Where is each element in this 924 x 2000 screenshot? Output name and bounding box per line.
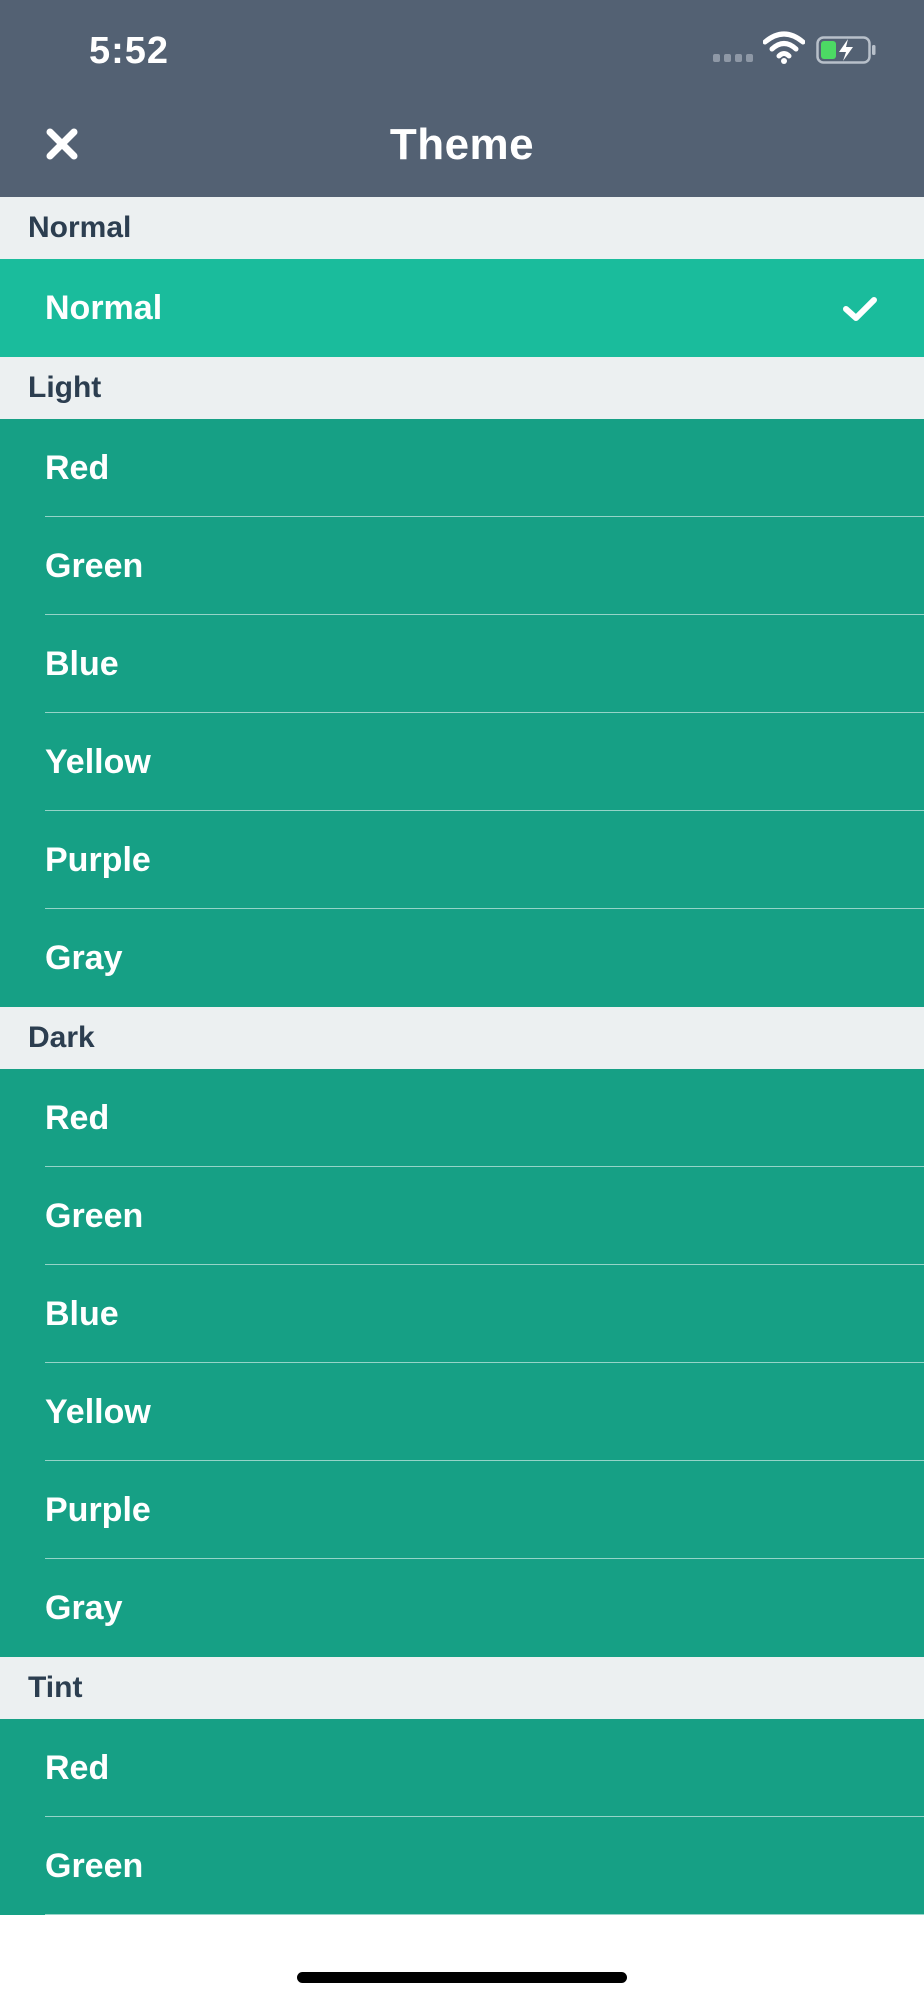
section-header-dark: Dark <box>0 1007 924 1069</box>
navigation-bar: 5:52 Theme <box>0 0 924 197</box>
option-label: Gray <box>45 938 123 977</box>
wifi-icon <box>763 31 805 64</box>
section-header-tint: Tint <box>0 1657 924 1719</box>
battery-charging-icon <box>816 36 876 64</box>
option-label: Yellow <box>45 742 151 781</box>
option-label: Blue <box>45 644 119 683</box>
theme-option-light-green[interactable]: Green <box>0 517 924 615</box>
page-title: Theme <box>389 120 535 169</box>
theme-option-light-blue[interactable]: Blue <box>0 615 924 713</box>
theme-option-tint-red[interactable]: Red <box>0 1719 924 1817</box>
theme-screen: 5:52 Theme Normal Normal Light Red Green… <box>0 0 924 2000</box>
status-time: 5:52 <box>89 30 170 72</box>
option-label: Purple <box>45 840 151 879</box>
theme-option-dark-gray[interactable]: Gray <box>0 1559 924 1657</box>
theme-option-light-purple[interactable]: Purple <box>0 811 924 909</box>
theme-option-normal[interactable]: Normal <box>0 259 924 357</box>
theme-option-dark-blue[interactable]: Blue <box>0 1265 924 1363</box>
theme-option-dark-green[interactable]: Green <box>0 1167 924 1265</box>
option-label: Yellow <box>45 1392 151 1431</box>
section-header-normal: Normal <box>0 197 924 259</box>
option-label: Purple <box>45 1490 151 1529</box>
home-indicator[interactable] <box>297 1972 627 1983</box>
section-header-light: Light <box>0 357 924 419</box>
theme-option-dark-purple[interactable]: Purple <box>0 1461 924 1559</box>
row-separator <box>45 1914 924 1915</box>
theme-option-dark-red[interactable]: Red <box>0 1069 924 1167</box>
option-label: Green <box>45 1846 144 1885</box>
option-label: Red <box>45 448 110 487</box>
option-label: Green <box>45 546 144 585</box>
theme-option-light-yellow[interactable]: Yellow <box>0 713 924 811</box>
checkmark-icon <box>843 297 877 321</box>
option-label: Gray <box>45 1588 123 1627</box>
option-label: Green <box>45 1196 144 1235</box>
theme-option-light-red[interactable]: Red <box>0 419 924 517</box>
cellular-signal-icon <box>713 54 753 62</box>
theme-option-tint-green[interactable]: Green <box>0 1817 924 1915</box>
theme-list: Normal Normal Light Red Green Blue Yello… <box>0 197 924 1923</box>
theme-option-dark-yellow[interactable]: Yellow <box>0 1363 924 1461</box>
option-label: Normal <box>45 288 163 327</box>
theme-option-light-gray[interactable]: Gray <box>0 909 924 1007</box>
option-label: Red <box>45 1098 110 1137</box>
option-label: Red <box>45 1748 110 1787</box>
option-label: Blue <box>45 1294 119 1333</box>
